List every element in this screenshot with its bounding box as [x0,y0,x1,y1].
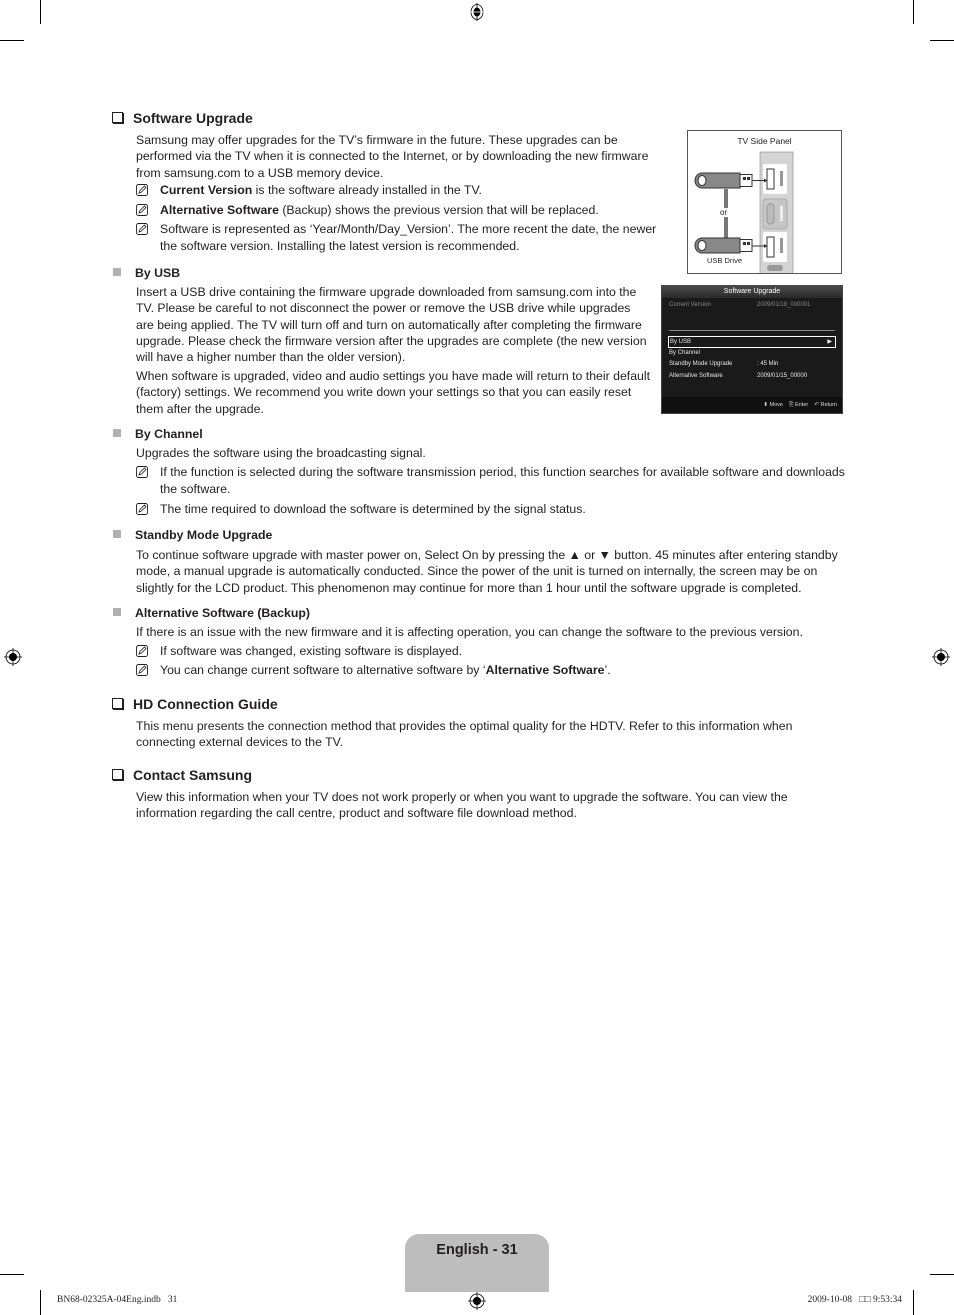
osd-item-alternative-software[interactable]: Alternative Software 2009/01/15_00000 [669,371,835,381]
osd-item-standby-mode-upgrade[interactable]: Standby Mode Upgrade: 45 Min [669,359,835,369]
crop-mark [0,40,24,41]
crop-mark [930,40,954,41]
osd-item-by-usb[interactable]: By USB ▶ [668,336,836,348]
osd-footer: ⬍ Move ⎘ Enter ↶ Return [662,397,842,413]
checkbox-bullet-icon [112,112,123,123]
note-icon [136,645,148,657]
registration-mark-icon [4,648,22,666]
crop-mark [913,1290,914,1315]
enter-icon: ⎘ [789,402,794,408]
square-bullet-icon [113,608,121,616]
usb-drive-icon [694,237,768,254]
note-icon [136,664,148,676]
by-channel-note-1: If the function is selected during the s… [136,464,850,498]
arrow-right-icon: ▶ [827,339,832,345]
crop-mark [930,1274,954,1275]
square-bullet-icon [113,429,121,437]
note-icon [136,503,148,515]
section-title-contact-samsung: Contact Samsung [112,767,252,783]
page-number: English - 31 [436,1242,518,1258]
section-title-software-upgrade: Software Upgrade [112,110,253,126]
date-info: 2009-10-08 □□ 9:53:34 [807,1295,902,1305]
alternative-note-1: If software was changed, existing softwa… [136,643,850,660]
by-channel-paragraph: Upgrades the software using the broadcas… [136,446,426,460]
usb-drive-icon [694,172,768,189]
note-alternative-software: Alternative Software (Backup) shows the … [136,202,660,219]
note-icon [136,184,148,196]
hd-guide-paragraph: This menu presents the connection method… [136,719,793,750]
file-info: BN68-02325A-04Eng.indb 31 [57,1295,178,1305]
tv-side-panel-figure: TV Side Panel or USB Drive [687,130,842,274]
crop-mark [40,1290,41,1315]
return-icon: ↶ [814,402,819,408]
checkbox-bullet-icon [112,769,123,780]
contact-paragraph: View this information when your TV does … [136,790,788,821]
note-icon [136,466,148,478]
crop-mark [0,1274,24,1275]
square-bullet-icon [113,530,121,538]
or-label: or [719,208,729,217]
software-upgrade-osd: Software Upgrade Current Version 2009/01/… [661,285,843,414]
section-title-hd-connection-guide: HD Connection Guide [112,696,278,712]
alternative-software-paragraph: If there is an issue with the new firmwa… [136,625,803,639]
note-current-version: Current Version is the software already … [136,182,660,199]
crop-mark [913,0,914,24]
by-usb-paragraph-2: When software is upgraded, video and aud… [136,369,651,416]
osd-divider [669,330,835,331]
subsection-title-by-channel: By Channel [113,427,203,441]
usb-connection-illustration [694,151,794,273]
standby-paragraph: To continue software upgrade with master… [136,548,838,595]
checkbox-bullet-icon [112,698,123,709]
note-version-format: Software is represented as ‘Year/Month/D… [136,221,658,255]
by-usb-paragraph-1: Insert a USB drive containing the firmwa… [136,285,647,365]
note-icon [136,204,148,216]
alternative-note-2: You can change current software to alter… [136,662,850,679]
crop-mark [40,0,41,24]
registration-mark-icon [468,1292,486,1310]
registration-mark-icon [469,3,485,21]
note-icon [136,223,148,235]
subsection-title-by-usb: By USB [113,266,180,280]
subsection-title-standby-mode-upgrade: Standby Mode Upgrade [113,528,272,542]
software-upgrade-intro: Samsung may offer upgrades for the TV’s … [136,133,649,180]
osd-current-version: Current Version 2009/01/18_000001 [669,302,811,308]
osd-item-by-channel[interactable]: By Channel [669,348,835,358]
by-channel-note-2: The time required to download the softwa… [136,501,850,518]
page-number-tab: English - 31 [405,1234,549,1292]
usb-drive-label: USB Drive [707,256,743,265]
move-icon: ⬍ [763,402,769,408]
osd-title: Software Upgrade [662,286,842,298]
registration-mark-icon [932,648,950,666]
square-bullet-icon [113,268,121,276]
subsection-title-alternative-software: Alternative Software (Backup) [113,606,310,620]
